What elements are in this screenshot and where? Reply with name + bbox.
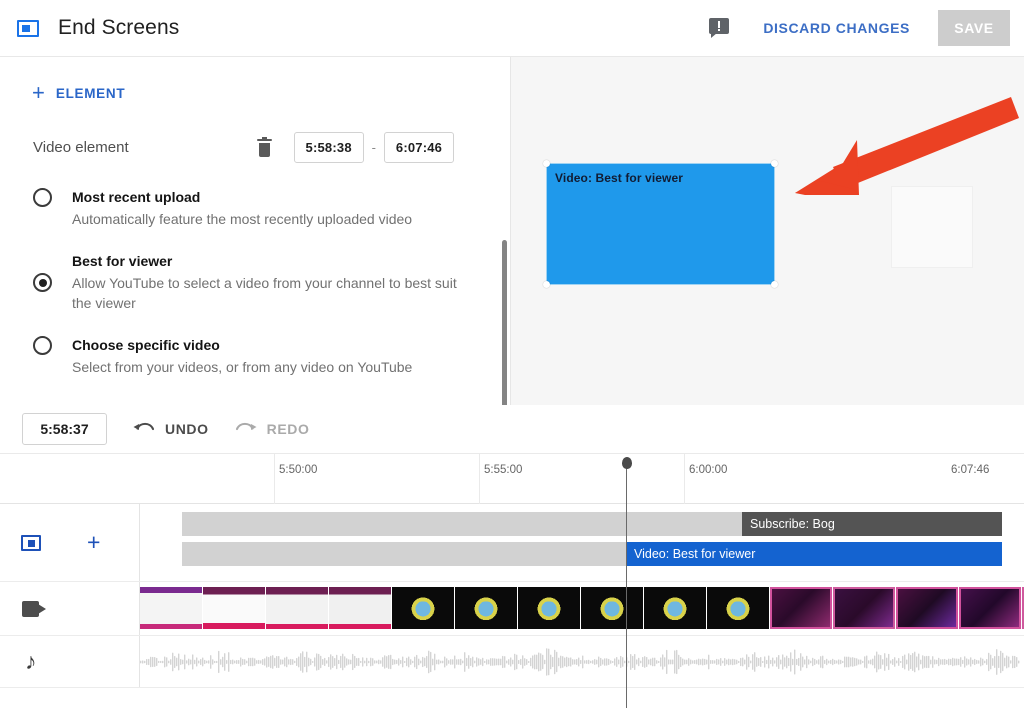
- video-thumbnail[interactable]: [833, 587, 895, 629]
- current-time-input[interactable]: [22, 413, 107, 445]
- tick-mark: [274, 454, 275, 504]
- video-thumbnail[interactable]: [518, 587, 580, 629]
- video-thumbnail[interactable]: [455, 587, 517, 629]
- option-title: Best for viewer: [72, 252, 458, 271]
- resize-handle-bottom-left[interactable]: [543, 281, 550, 288]
- radio-best-for-viewer[interactable]: [33, 273, 52, 292]
- video-thumbnail[interactable]: [896, 587, 958, 629]
- preview-video-element-label: Video: Best for viewer: [555, 171, 683, 185]
- discard-changes-button[interactable]: DISCARD CHANGES: [757, 12, 916, 44]
- video-preview-area[interactable]: Video: Best for viewer: [511, 57, 1024, 405]
- element-header-row: Video element -: [33, 132, 510, 163]
- undo-button[interactable]: UNDO: [133, 421, 209, 437]
- audio-track-header: ♪: [0, 636, 140, 687]
- annotation-arrow: [783, 85, 1023, 215]
- video-thumbnail-strip[interactable]: [140, 587, 1024, 629]
- resize-handle-top-left[interactable]: [543, 160, 550, 167]
- end-time-input[interactable]: [384, 132, 454, 163]
- video-thumbnail[interactable]: [329, 587, 391, 629]
- tick-mark: [479, 454, 480, 504]
- music-note-icon[interactable]: ♪: [25, 650, 37, 673]
- playhead-knob[interactable]: [622, 457, 632, 469]
- timeline: 5:50:00 5:55:00 6:00:00 6:07:46 + Subscr…: [0, 454, 1024, 708]
- option-choose-specific-video[interactable]: Choose specific video Select from your v…: [0, 336, 510, 377]
- option-best-for-viewer[interactable]: Best for viewer Allow YouTube to select …: [0, 252, 510, 313]
- tick-mark: [684, 454, 685, 504]
- audio-track-body[interactable]: [140, 636, 1024, 687]
- video-thumbnail[interactable]: [770, 587, 832, 629]
- undo-label: UNDO: [165, 421, 209, 437]
- panel-scrollbar[interactable]: [502, 240, 507, 405]
- tick-label: 6:00:00: [689, 464, 727, 476]
- redo-icon: [235, 421, 257, 437]
- clip-subscribe[interactable]: Subscribe: Bog: [742, 512, 1002, 536]
- tick-label: 6:07:46: [951, 464, 989, 476]
- endscreen-icon[interactable]: [19, 533, 43, 552]
- add-element-button[interactable]: + ELEMENT: [32, 82, 142, 104]
- end-screens-editor: End Screens DISCARD CHANGES SAVE + ELEME…: [0, 0, 1024, 708]
- redo-label: REDO: [267, 421, 310, 437]
- video-thumbnail[interactable]: [266, 587, 328, 629]
- video-track-row: [0, 582, 1024, 636]
- endscreen-icon: [14, 14, 42, 42]
- radio-choose-specific-video[interactable]: [33, 336, 52, 355]
- add-element-label: ELEMENT: [56, 86, 125, 101]
- element-settings-panel: + ELEMENT Video element - Most recent up…: [0, 57, 511, 405]
- video-thumbnail[interactable]: [707, 587, 769, 629]
- time-separator: -: [372, 140, 376, 155]
- radio-most-recent-upload[interactable]: [33, 188, 52, 207]
- tick-label: 5:55:00: [484, 464, 522, 476]
- elements-track-row: + Subscribe: Bog Video: Best for viewer: [0, 504, 1024, 582]
- feedback-icon[interactable]: [709, 18, 731, 38]
- redo-button[interactable]: REDO: [235, 421, 310, 437]
- preview-video-element[interactable]: Video: Best for viewer: [546, 163, 775, 285]
- video-thumbnail[interactable]: [644, 587, 706, 629]
- video-thumbnail[interactable]: [392, 587, 454, 629]
- audio-waveform: [140, 645, 1020, 679]
- option-title: Choose specific video: [72, 336, 412, 355]
- option-description: Select from your videos, or from any vid…: [72, 357, 412, 377]
- video-track-body[interactable]: [140, 582, 1024, 635]
- app-header: End Screens DISCARD CHANGES SAVE: [0, 0, 1024, 57]
- video-source-options: Most recent upload Automatically feature…: [0, 188, 510, 377]
- clip-video[interactable]: Video: Best for viewer: [626, 542, 1002, 566]
- option-most-recent-upload[interactable]: Most recent upload Automatically feature…: [0, 188, 510, 229]
- video-thumbnail[interactable]: [140, 587, 202, 629]
- trash-icon[interactable]: [257, 139, 272, 157]
- camera-icon[interactable]: [22, 601, 48, 617]
- timeline-playhead[interactable]: [626, 462, 627, 708]
- header-actions: DISCARD CHANGES SAVE: [709, 10, 1024, 46]
- save-button[interactable]: SAVE: [938, 10, 1010, 46]
- element-name: Video element: [33, 139, 257, 156]
- undo-icon: [133, 421, 155, 437]
- option-title: Most recent upload: [72, 188, 412, 207]
- video-thumbnail[interactable]: [203, 587, 265, 629]
- audio-track-row: ♪: [0, 636, 1024, 688]
- video-track-header: [0, 582, 140, 635]
- timeline-controls: UNDO REDO: [0, 405, 1024, 454]
- video-thumbnail[interactable]: [959, 587, 1021, 629]
- add-element-track-icon[interactable]: +: [87, 531, 100, 554]
- timeline-tracks: + Subscribe: Bog Video: Best for viewer: [0, 504, 1024, 688]
- elements-track-body[interactable]: Subscribe: Bog Video: Best for viewer: [140, 504, 1024, 581]
- option-description: Automatically feature the most recently …: [72, 209, 412, 229]
- resize-handle-bottom-right[interactable]: [771, 281, 778, 288]
- plus-icon: +: [32, 82, 45, 104]
- elements-track-header: +: [0, 504, 140, 581]
- tick-label: 5:50:00: [279, 464, 317, 476]
- video-thumbnail[interactable]: [581, 587, 643, 629]
- resize-handle-top-right[interactable]: [771, 160, 778, 167]
- page-title: End Screens: [58, 16, 179, 40]
- timeline-ruler[interactable]: 5:50:00 5:55:00 6:00:00 6:07:46: [0, 454, 1024, 504]
- start-time-input[interactable]: [294, 132, 364, 163]
- option-description: Allow YouTube to select a video from you…: [72, 273, 458, 313]
